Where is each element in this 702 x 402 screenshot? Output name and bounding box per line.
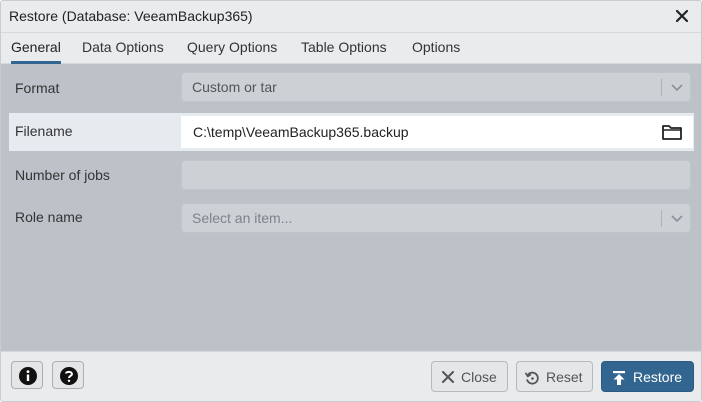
info-button[interactable] — [11, 361, 43, 389]
help-icon — [60, 367, 78, 385]
restore-button-label: Restore — [633, 369, 683, 385]
close-button-label: Close — [461, 369, 497, 385]
tab-options[interactable]: Options — [412, 39, 460, 61]
restore-button[interactable]: Restore — [601, 361, 694, 392]
close-icon — [442, 371, 454, 383]
restore-upload-icon — [613, 371, 625, 385]
restore-dialog: Restore (Database: VeeamBackup365) Gener… — [0, 0, 702, 402]
filename-field[interactable]: C:\temp\VeeamBackup365.backup — [181, 116, 693, 148]
info-icon — [19, 367, 37, 385]
format-select[interactable]: Custom or tar — [181, 72, 691, 102]
role-placeholder: Select an item... — [192, 210, 293, 226]
form-area: Format Custom or tar Filename C:\temp\Ve… — [1, 64, 701, 351]
close-button[interactable]: Close — [431, 361, 508, 392]
tab-data-options[interactable]: Data Options — [82, 39, 164, 61]
select-separator — [661, 79, 662, 96]
help-button[interactable] — [52, 361, 84, 389]
format-label: Format — [15, 80, 60, 96]
chevron-down-icon[interactable] — [670, 211, 684, 225]
dialog-titlebar: Restore (Database: VeeamBackup365) — [1, 1, 701, 33]
close-icon[interactable] — [675, 7, 689, 25]
filename-label: Filename — [15, 123, 73, 139]
chevron-down-icon[interactable] — [670, 80, 684, 94]
tab-table-options[interactable]: Table Options — [301, 39, 387, 61]
filename-value: C:\temp\VeeamBackup365.backup — [193, 124, 409, 140]
dialog-footer: Close Reset Restore — [1, 351, 701, 401]
reset-button[interactable]: Reset — [516, 361, 593, 392]
select-separator — [661, 210, 662, 227]
jobs-input[interactable] — [181, 160, 691, 190]
reset-button-label: Reset — [546, 369, 583, 385]
folder-icon[interactable] — [661, 122, 683, 142]
role-label: Role name — [15, 209, 83, 225]
reset-icon — [524, 371, 539, 385]
format-value: Custom or tar — [192, 79, 277, 95]
dialog-title: Restore (Database: VeeamBackup365) — [9, 8, 253, 24]
tab-general[interactable]: General — [11, 39, 61, 64]
tab-query-options[interactable]: Query Options — [187, 39, 277, 61]
role-select[interactable]: Select an item... — [181, 203, 691, 233]
tab-bar: General Data Options Query Options Table… — [1, 33, 701, 64]
jobs-label: Number of jobs — [15, 167, 110, 183]
